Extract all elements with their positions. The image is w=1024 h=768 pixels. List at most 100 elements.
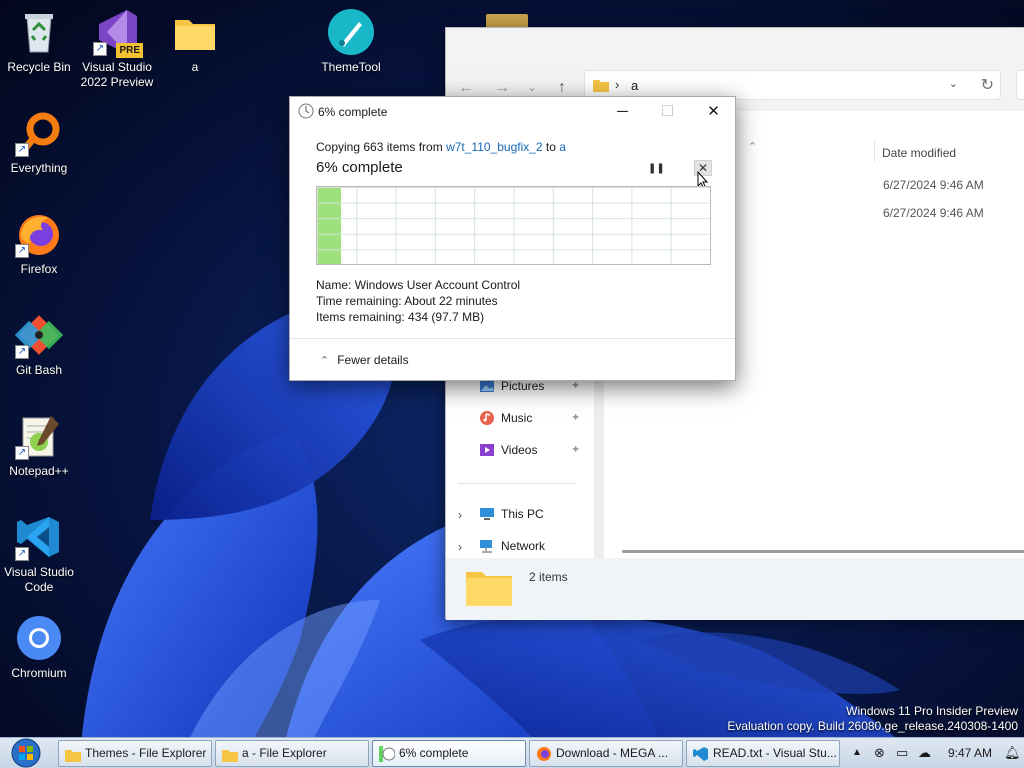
preview-badge: PRE — [116, 43, 143, 58]
taskbar-button-label: Themes - File Explorer — [85, 746, 207, 760]
desktop-icon-label: Chromium — [11, 666, 67, 680]
desktop-icon-firefox[interactable]: ↗ Firefox — [0, 210, 78, 277]
desktop-icon-notepad-plus-plus[interactable]: ↗ Notepad++ — [0, 412, 78, 479]
taskbar-clock[interactable]: 9:47 AM — [948, 746, 992, 760]
nav-item-music[interactable]: Music ✦ — [479, 407, 580, 429]
destination-folder-link[interactable]: a — [559, 140, 566, 154]
taskbar-button-vscode[interactable]: READ.txt - Visual Stu... — [686, 740, 840, 767]
nav-item-this-pc[interactable]: This PC — [479, 503, 544, 525]
desktop-icon-label: a — [191, 60, 199, 74]
notifications-bell-icon[interactable]: 🔔︎ — [1004, 745, 1021, 761]
nav-divider — [458, 483, 576, 484]
start-button[interactable] — [6, 738, 46, 768]
chevron-up-icon: ⌃ — [320, 355, 330, 367]
videos-icon — [479, 442, 495, 458]
taskbar-button-copy-progress[interactable]: 6% complete — [372, 740, 526, 767]
expand-chevron-icon[interactable]: › — [458, 508, 462, 522]
network-icon — [479, 538, 495, 554]
desktop-icon-theme-tool[interactable]: ThemeTool — [312, 8, 390, 75]
expand-chevron-icon[interactable]: › — [458, 540, 462, 554]
desktop-icon-recycle-bin[interactable]: Recycle Bin — [0, 8, 78, 75]
desktop-icon-visual-studio-preview[interactable]: PRE ↗ Visual Studio 2022 Preview — [78, 8, 156, 90]
progress-heading: 6% complete — [316, 159, 403, 176]
music-icon — [479, 410, 495, 426]
taskbar: Themes - File Explorer a - File Explorer… — [0, 737, 1024, 768]
pin-icon: ✦ — [571, 412, 581, 424]
notepad-plus-plus-icon: ↗ — [15, 412, 63, 460]
taskbar-button-label: READ.txt - Visual Stu... — [713, 746, 837, 760]
file-row-date[interactable]: 6/27/2024 9:46 AM — [883, 206, 984, 220]
refresh-icon[interactable]: ↻ — [981, 75, 994, 95]
pause-button[interactable]: ❚❚ — [648, 161, 665, 177]
folder-icon — [222, 746, 238, 762]
search-box[interactable] — [1016, 70, 1024, 100]
show-hidden-icons-icon[interactable]: ▲ — [852, 747, 862, 758]
item-count: 2 items — [529, 570, 568, 584]
copy-progress-icon — [379, 746, 396, 762]
display-icon[interactable]: ▭ — [896, 745, 908, 761]
close-button[interactable]: ✕ — [691, 97, 736, 126]
desktop-icon-label: Everything — [10, 161, 68, 175]
this-pc-icon — [479, 506, 495, 522]
time-remaining-label: Time remaining: — [316, 294, 402, 308]
desktop-icon-label: Recycle Bin — [7, 60, 71, 74]
details-status-area: 2 items — [446, 558, 1024, 620]
visual-studio-preview-icon: PRE ↗ — [93, 8, 143, 58]
nav-item-label: This PC — [501, 507, 544, 521]
folder-icon — [65, 746, 81, 762]
git-bash-icon: ↗ — [14, 311, 64, 359]
desktop-icon-label: Firefox — [20, 262, 58, 276]
fewer-details-button[interactable]: ⌃ Fewer details — [320, 353, 409, 367]
shortcut-arrow-icon: ↗ — [15, 446, 29, 460]
copy-mid: to — [542, 140, 560, 154]
system-tray: ▲ ⊗ ▭ ☁ 9:47 AM 🔔︎ — [844, 738, 1024, 768]
breadcrumb-separator-icon: › — [615, 77, 620, 92]
fewer-details-label: Fewer details — [337, 353, 409, 367]
items-remaining-value: 434 (97.7 MB) — [408, 310, 485, 324]
nav-item-network[interactable]: Network — [479, 535, 545, 557]
copy-prefix: Copying 663 items from — [316, 140, 447, 154]
copy-progress-icon — [298, 103, 314, 122]
desktop-icon-label: Visual Studio 2022 Preview — [80, 60, 154, 89]
taskbar-button-firefox-mega[interactable]: Download - MEGA ... — [529, 740, 683, 767]
vscode-icon: ↗ — [15, 513, 63, 561]
desktop-icon-chromium[interactable]: Chromium — [0, 614, 78, 681]
folder-icon — [593, 78, 609, 95]
horizontal-scrollbar[interactable] — [622, 550, 1024, 553]
desktop-icon-label: Visual Studio Code — [4, 565, 74, 594]
breadcrumb-current[interactable]: a — [631, 78, 638, 93]
desktop-icon-label: Git Bash — [15, 363, 63, 377]
minimize-button[interactable]: ─ — [600, 97, 645, 126]
network-status-icon[interactable]: ⊗ — [874, 745, 885, 761]
column-header-date-modified[interactable]: Date modified — [882, 146, 956, 160]
name-label: Name: — [316, 278, 352, 292]
desktop-icon-git-bash[interactable]: ↗ Git Bash — [0, 311, 78, 378]
file-row-date[interactable]: 6/27/2024 9:46 AM — [883, 178, 984, 192]
taskbar-button-label: a - File Explorer — [242, 746, 327, 760]
shortcut-arrow-icon: ↗ — [15, 244, 29, 258]
taskbar-button-themes-explorer[interactable]: Themes - File Explorer — [58, 740, 212, 767]
pin-icon: ✦ — [571, 444, 581, 456]
desktop-icon-folder-a[interactable]: a — [156, 8, 234, 75]
source-folder-link[interactable]: w7t_110_bugfix_2 — [446, 140, 543, 154]
desktop-icon-label: ThemeTool — [321, 60, 381, 74]
cloud-offline-icon[interactable]: ☁ — [918, 745, 931, 761]
folder-icon — [171, 8, 219, 56]
items-remaining-label: Items remaining: — [316, 310, 405, 324]
firefox-icon: ↗ — [15, 210, 63, 258]
nav-item-videos[interactable]: Videos ✦ — [479, 439, 580, 461]
copy-progress-dialog[interactable]: 6% complete ─ ☐ ✕ Copying 663 items from… — [289, 96, 736, 381]
recycle-bin-icon — [15, 8, 63, 56]
name-value: Windows User Account Control — [354, 278, 521, 292]
nav-item-label: Videos — [501, 443, 538, 457]
column-divider[interactable] — [874, 140, 875, 162]
desktop-icon-everything[interactable]: ↗ Everything — [0, 109, 78, 176]
folder-icon — [466, 568, 512, 609]
time-remaining-value: About 22 minutes — [404, 294, 498, 308]
copy-details: Name: Windows User Account Control Time … — [316, 277, 520, 325]
theme-tool-icon — [327, 8, 375, 56]
address-dropdown-icon[interactable]: ⌄ — [949, 77, 958, 90]
desktop-icon-partial[interactable] — [486, 14, 528, 28]
desktop-icon-vscode[interactable]: ↗ Visual Studio Code — [0, 513, 78, 595]
taskbar-button-a-explorer[interactable]: a - File Explorer — [215, 740, 369, 767]
